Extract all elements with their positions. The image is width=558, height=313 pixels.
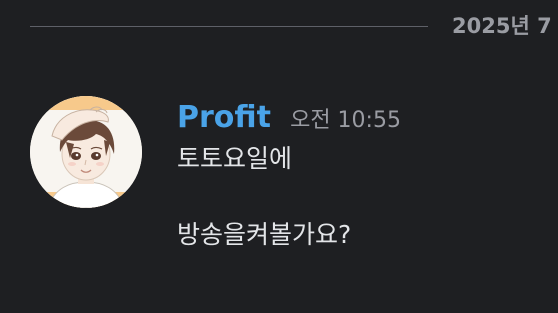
message-line: 방송을켜볼가요? <box>177 220 352 249</box>
username[interactable]: Profit <box>177 98 271 138</box>
message-content: 토토요일에 방송을켜볼가요? <box>177 142 547 252</box>
divider-date-label: 2025년 7 <box>452 14 552 38</box>
message-header: Profit 오전 10:55 <box>177 98 401 138</box>
avatar[interactable] <box>30 96 142 208</box>
message-line: 토토요일에 <box>177 144 293 173</box>
chat-message: Profit 오전 10:55 토토요일에 방송을켜볼가요? <box>0 90 558 290</box>
date-divider: 2025년 7 <box>0 0 558 52</box>
divider-line <box>30 26 428 27</box>
message-timestamp: 오전 10:55 <box>290 108 401 133</box>
avatar-illustration-icon <box>30 96 142 208</box>
